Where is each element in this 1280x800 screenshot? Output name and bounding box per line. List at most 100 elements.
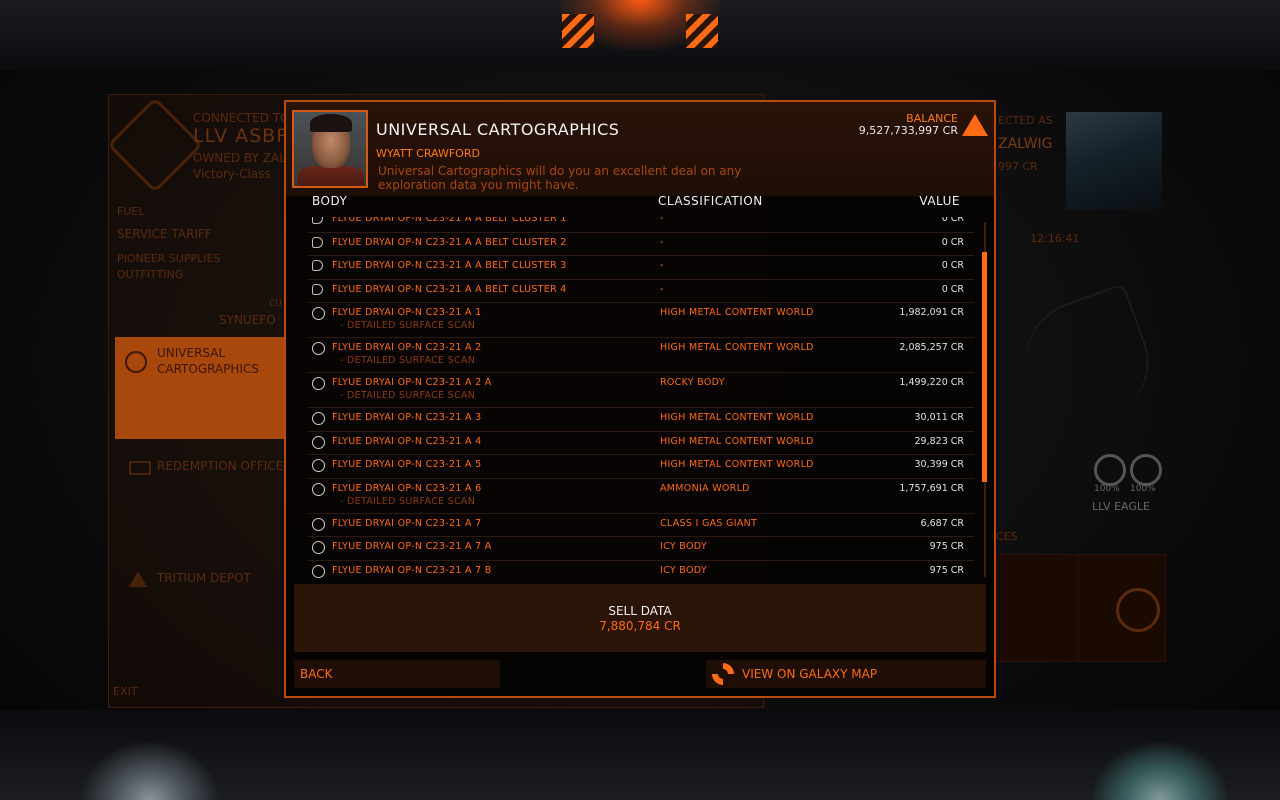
exploration-data-table[interactable]: FLYUE DRYAI OP-N C23-21 A A BELT CLUSTER… [308, 217, 974, 579]
rank-triangle-icon [962, 114, 988, 136]
back-label: BACK [300, 667, 333, 681]
body-classification: ROCKY BODY [660, 377, 725, 388]
body-value: 0 CR [941, 217, 964, 224]
body-classification: - [660, 217, 664, 224]
current-label: CU [269, 299, 282, 309]
body-value: 29,823 CR [914, 435, 965, 447]
body-classification: AMMONIA WORLD [660, 482, 750, 494]
table-row[interactable]: FLYUE DRYAI OP-N C23-21 A A BELT CLUSTER… [308, 233, 974, 256]
galaxy-map-icon [712, 663, 734, 685]
body-classification: ICY BODY [660, 564, 707, 576]
body-value: 2,085,257 CR [899, 342, 964, 353]
body-classification: ICY BODY [660, 541, 707, 552]
body-name: FLYUE DRYAI OP-N C23-21 A 7 B [332, 564, 492, 576]
commander-balance: 997 CR [998, 160, 1038, 173]
body-value: 0 CR [941, 283, 964, 295]
planet-icon [312, 541, 325, 554]
outfitting-text: OUTFITTING [117, 268, 184, 281]
planet-icon [312, 564, 325, 578]
contact-description: Universal Cartographics will do you an e… [378, 164, 742, 192]
commander-name: ZALWIG [998, 136, 1053, 152]
table-row[interactable]: FLYUE DRYAI OP-N C23-21 A 3 HIGH METAL CO… [308, 408, 974, 432]
galaxy-map-label: VIEW ON GALAXY MAP [742, 667, 878, 681]
outfitting-tile[interactable] [996, 554, 1084, 662]
service-tariff-label: SERVICE TARIFF [117, 227, 212, 241]
body-name: FLYUE DRYAI OP-N C23-21 A 2 A [332, 377, 492, 388]
clock: 12:16:41 [1030, 232, 1080, 245]
table-row[interactable]: FLYUE DRYAI OP-N C23-21 A 6- DETAILED SU… [308, 479, 974, 514]
column-header-classification[interactable]: CLASSIFICATION [658, 194, 763, 208]
system-name: SYNUEFO [219, 313, 276, 327]
scan-detail: - DETAILED SURFACE SCAN [340, 495, 476, 507]
planet-icon [312, 459, 325, 472]
body-name: FLYUE DRYAI OP-N C23-21 A A BELT CLUSTER… [332, 283, 567, 295]
exit-button[interactable]: EXIT [113, 685, 137, 698]
redemption-icon [129, 461, 151, 475]
scrollbar-thumb[interactable] [982, 252, 987, 482]
table-row[interactable]: FLYUE DRYAI OP-N C23-21 A A BELT CLUSTER… [308, 217, 974, 233]
body-name: FLYUE DRYAI OP-N C23-21 A 7 A [332, 541, 492, 552]
body-classification: HIGH METAL CONTENT WORLD [660, 435, 814, 447]
station-owner: OWNED BY ZAL [193, 151, 286, 165]
portrait-body [298, 166, 364, 186]
service-label-cartographics: UNIVERSAL CARTOGRAPHICS [157, 346, 259, 376]
table-row[interactable]: FLYUE DRYAI OP-N C23-21 A 7 CLASS I GAS G… [308, 514, 974, 537]
hazard-stripe-right [686, 14, 718, 48]
cartographics-icon [125, 351, 147, 373]
station-name: LLV ASBR [193, 125, 291, 147]
table-row[interactable]: FLYUE DRYAI OP-N C23-21 A 2 - DETAILED SU… [308, 338, 974, 373]
asteroid-belt-icon [312, 236, 323, 248]
asteroid-belt-icon [312, 283, 323, 295]
planet-icon [312, 435, 325, 449]
column-header-value[interactable]: VALUE [919, 194, 960, 208]
body-name: FLYUE DRYAI OP-N C23-21 A 6 [332, 482, 482, 494]
table-row[interactable]: FLYUE DRYAI OP-N C23-21 A 4 HIGH METAL CO… [308, 432, 974, 455]
body-classification: HIGH METAL CONTENT WORLD [660, 459, 814, 470]
fuel-label: FUEL [117, 205, 145, 218]
station-logo-icon [106, 96, 204, 194]
table-row[interactable]: FLYUE DRYAI OP-N C23-21 A 5 HIGH METAL CO… [308, 455, 974, 479]
contact-name: WYATT CRAWFORD [376, 147, 480, 160]
scan-detail: - DETAILED SURFACE SCAN [340, 355, 476, 366]
body-name: FLYUE DRYAI OP-N C23-21 A A BELT CLUSTER… [332, 260, 567, 271]
table-row[interactable]: FLYUE DRYAI OP-N C23-21 A 2 A - DETAILED … [308, 373, 974, 408]
portrait-hair [310, 114, 352, 132]
table-row[interactable]: FLYUE DRYAI OP-N C23-21 A 7 B ICY BODY 975… [308, 561, 974, 580]
table-row[interactable]: FLYUE DRYAI OP-N C23-21 A 7 A ICY BODY 975… [308, 537, 974, 561]
service-redemption-office[interactable]: REDEMPTION OFFICE [157, 459, 283, 473]
table-row[interactable]: FLYUE DRYAI OP-N C23-21 A A BELT CLUSTER… [308, 256, 974, 280]
body-classification: - [660, 260, 664, 271]
planet-icon [312, 342, 325, 355]
body-classification: HIGH METAL CONTENT WORLD [660, 412, 814, 423]
sell-data-button[interactable]: SELL DATA 7,880,784 CR [294, 584, 986, 652]
fuel-gauge-icon [1094, 454, 1126, 486]
services-label: CES [996, 530, 1018, 543]
hex-nut-icon [1116, 588, 1160, 632]
table-rows: FLYUE DRYAI OP-N C23-21 A A BELT CLUSTER… [308, 217, 974, 579]
body-value: 1,499,220 CR [899, 377, 964, 388]
back-button[interactable]: BACK [294, 660, 500, 688]
body-value: 30,399 CR [914, 459, 965, 470]
body-name: FLYUE DRYAI OP-N C23-21 A 1 [332, 307, 482, 318]
balance-value: 9,527,733,997 CR [858, 124, 958, 137]
ship-name: LLV EAGLE [1092, 500, 1150, 513]
planet-icon [312, 377, 325, 390]
planet-icon [312, 412, 325, 425]
ship-silhouette [1008, 282, 1166, 440]
table-row[interactable]: FLYUE DRYAI OP-N C23-21 A 1 - DETAILED SU… [308, 303, 974, 338]
station-class: Victory-Class [193, 167, 271, 181]
service-tritium-depot[interactable]: TRITIUM DEPOT [157, 571, 251, 585]
asteroid-belt-icon [312, 217, 323, 224]
cockpit-emblem-left [80, 740, 220, 800]
body-classification: HIGH METAL CONTENT WORLD [660, 307, 814, 318]
hull-percent: 100% [1130, 484, 1156, 494]
table-row[interactable]: FLYUE DRYAI OP-N C23-21 A A BELT CLUSTER… [308, 280, 974, 303]
body-name: FLYUE DRYAI OP-N C23-21 A 7 [332, 517, 482, 529]
body-value: 975 CR [929, 541, 964, 552]
body-value: 0 CR [941, 260, 964, 271]
connected-to-label: CONNECTED TO [193, 111, 290, 125]
view-galaxy-map-button[interactable]: VIEW ON GALAXY MAP [706, 660, 986, 688]
column-header-body[interactable]: BODY [312, 194, 347, 208]
repair-gauge-icon [1130, 454, 1162, 486]
body-value: 0 CR [941, 236, 964, 248]
